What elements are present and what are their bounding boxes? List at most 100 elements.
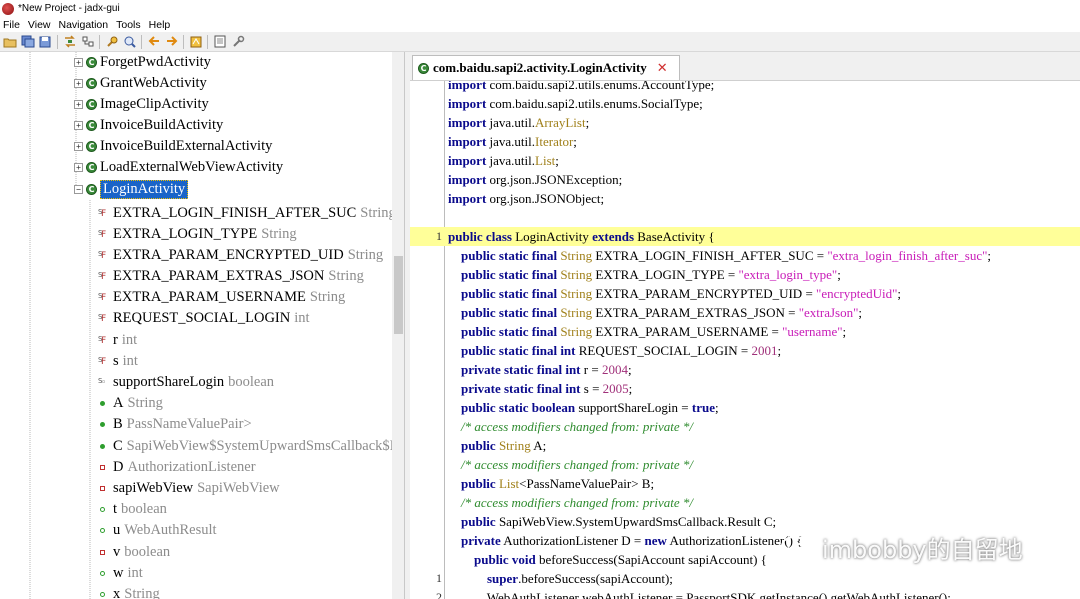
code-line: public static boolean supportShareLogin … [410,398,1080,417]
tree-field-item[interactable]: x String [98,584,160,599]
preferences-icon[interactable] [230,34,245,49]
menu-file[interactable]: File [3,19,20,31]
code-text: public static final String EXTRA_PARAM_E… [448,284,901,303]
code-token: 2001 [751,343,778,358]
tree-scrollbar-thumb[interactable] [394,256,403,334]
forward-icon[interactable] [164,34,179,49]
find-icon[interactable] [122,34,137,49]
public-field-icon [100,401,105,406]
tree-scrollbar[interactable] [392,52,404,599]
field-name: EXTRA_LOGIN_FINISH_AFTER_SUC [113,205,357,221]
tree-field-item[interactable]: S ◦ supportShareLogin boolean [98,372,274,393]
tree-field-item[interactable]: A String [98,393,163,414]
export-icon[interactable] [38,34,53,49]
menu-tools[interactable]: Tools [116,19,141,31]
project-tree[interactable]: + C ForgetPwdActivity + C GrantWebActivi… [0,52,405,599]
static-final-field-icon: SF [98,291,107,303]
tree-field-item[interactable]: SF REQUEST_SOCIAL_LOGIN int [98,308,310,329]
expand-toggle[interactable]: + [74,142,83,151]
tree-field-item[interactable]: SF EXTRA_PARAM_EXTRAS_JSON String [98,266,364,287]
code-text: private static final int r = 2004; [448,360,632,379]
log-icon[interactable] [212,34,227,49]
tree-class-item[interactable]: + C GrantWebActivity [72,73,207,94]
tree-field-item[interactable]: SF EXTRA_LOGIN_TYPE String [98,224,297,245]
code-line: public static final String EXTRA_PARAM_U… [410,322,1080,341]
code-text: public class LoginActivity extends BaseA… [448,227,715,246]
tree-class-item[interactable]: + C ImageClipActivity [72,94,209,115]
tree-field-item[interactable]: v boolean [98,542,170,563]
line-number: 2 [436,590,442,599]
editor-tab-bar: C com.baidu.sapi2.activity.LoginActivity… [410,52,1080,80]
tree-field-item[interactable]: SF EXTRA_LOGIN_FINISH_AFTER_SUC String [98,203,396,224]
tree-field-item[interactable]: C SapiWebView$SystemUpwardSmsCallback$I [98,436,394,457]
static-final-field-icon: SF [98,312,107,324]
wechat-icon [781,535,815,560]
title-bar: *New Project - jadx-gui [0,0,1080,17]
sync-icon[interactable] [62,34,77,49]
menu-view[interactable]: View [28,19,51,31]
open-folder-icon[interactable] [2,34,17,49]
expand-toggle[interactable]: + [74,163,83,172]
tree-field-item[interactable]: u WebAuthResult [98,520,217,541]
menu-help[interactable]: Help [149,19,171,31]
code-token: public [461,514,496,529]
static-final-field-icon: SF [98,334,107,346]
code-text: WebAuthListener webAuthListener = Passpo… [448,588,951,599]
code-text: /* access modifiers changed from: privat… [448,417,693,436]
code-token: super [487,571,519,586]
static-final-field-icon: SF [98,249,107,261]
expand-toggle[interactable]: + [74,79,83,88]
search-icon[interactable] [104,34,119,49]
code-token: import [448,191,487,206]
menu-navigation[interactable]: Navigation [59,19,109,31]
code-line: 2 WebAuthListener webAuthListener = Pass… [410,588,1080,599]
field-type: WebAuthResult [124,522,217,538]
tab-login-activity[interactable]: C com.baidu.sapi2.activity.LoginActivity… [412,55,680,80]
tree-field-item[interactable]: SF EXTRA_PARAM_ENCRYPTED_UID String [98,245,383,266]
tree-class-item[interactable]: + C ForgetPwdActivity [72,52,211,73]
field-type: String [347,247,384,263]
code-token: import [448,172,487,187]
code-text: public SapiWebView.SystemUpwardSmsCallba… [448,512,776,531]
expand-toggle[interactable]: + [74,100,83,109]
flatten-icon[interactable] [80,34,95,49]
code-token: BaseActivity { [634,229,715,244]
tree-field-item[interactable]: B PassNameValuePair> [98,414,252,435]
code-line: 1 public class LoginActivity extends Base… [410,227,1080,246]
tree-class-item[interactable]: + C InvoiceBuildActivity [72,115,223,136]
expand-toggle[interactable]: + [74,121,83,130]
tree-class-item[interactable]: + C LoadExternalWebViewActivity [72,157,283,178]
back-icon[interactable] [146,34,161,49]
tree-field-item[interactable]: SF r int [98,330,137,351]
tree-field-item[interactable]: sapiWebView SapiWebView [98,478,280,499]
tree-field-item[interactable]: SF EXTRA_PARAM_USERNAME String [98,287,345,308]
collapse-toggle[interactable]: − [74,185,83,194]
code-text: super.beforeSuccess(sapiAccount); [448,569,673,588]
code-token: public static final [461,305,558,320]
tree-class-item-selected[interactable]: − C LoginActivity [72,179,189,200]
code-token: public [461,438,496,453]
code-editor[interactable]: import com.baidu.sapi2.utils.enums.Accou… [410,80,1080,599]
save-all-icon[interactable] [20,34,35,49]
line-number: 1 [436,229,442,243]
close-icon[interactable]: ✕ [657,62,668,75]
field-type: AuthorizationListener [127,459,256,475]
expand-toggle[interactable]: + [74,58,83,67]
tree-field-item[interactable]: t boolean [98,499,167,520]
deobfuscation-icon[interactable] [188,34,203,49]
code-line: import java.util.ArrayList; [410,113,1080,132]
tree-field-item[interactable]: D AuthorizationListener [98,457,256,478]
code-token: java.util. [486,134,536,149]
code-token: ; [555,153,559,168]
code-text: public static boolean supportShareLogin … [448,398,719,417]
field-type: String [127,395,163,411]
code-token: import [448,134,487,149]
tree-class-item[interactable]: + C InvoiceBuildExternalActivity [72,136,272,157]
field-type: SapiWebView [197,480,280,496]
tree-field-item[interactable]: SF s int [98,351,138,372]
tree-field-item[interactable]: w int [98,563,143,584]
static-final-field-icon: SF [98,228,107,240]
code-token: new [644,533,667,548]
